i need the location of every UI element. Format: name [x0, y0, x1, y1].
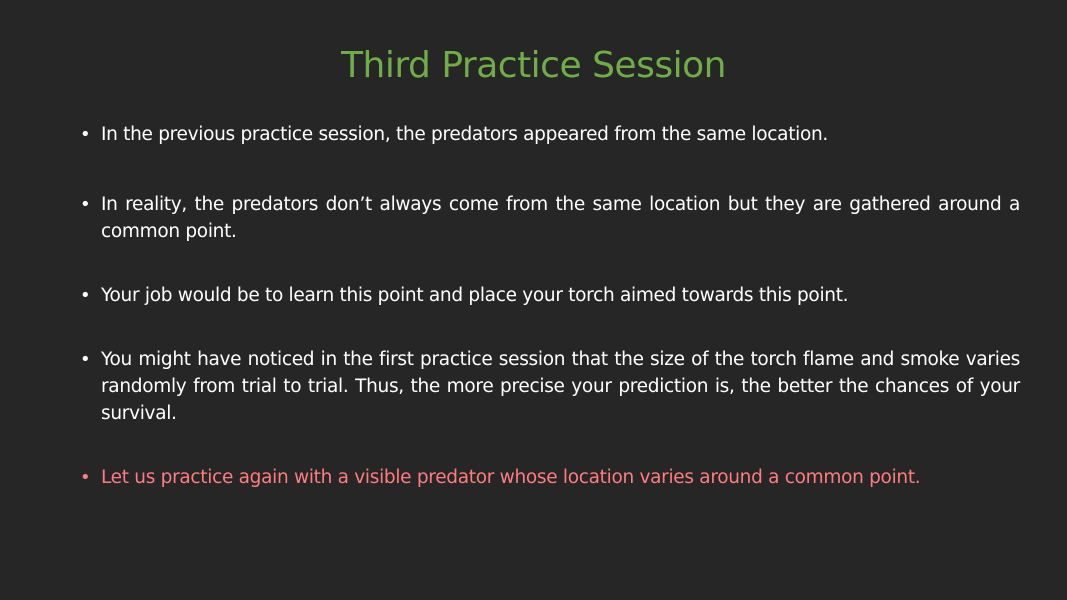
bullet-marker: •: [80, 194, 91, 215]
bullet-text: You might have noticed in the first prac…: [101, 349, 1020, 424]
bullet-marker: •: [80, 467, 91, 488]
slide-title: Third Practice Session: [341, 45, 726, 86]
bullet-text: Let us practice again with a visible pre…: [101, 467, 921, 488]
bullet-marker: •: [80, 285, 91, 306]
bullet-item-highlighted: • Let us practice again with a visible p…: [80, 464, 1020, 491]
bullet-text: Your job would be to learn this point an…: [101, 285, 849, 306]
bullet-list: • In the previous practice session, the …: [80, 121, 1020, 491]
bullet-item: • You might have noticed in the first pr…: [80, 346, 1020, 427]
bullet-text: In the previous practice session, the pr…: [101, 124, 829, 145]
bullet-marker: •: [80, 349, 91, 370]
bullet-item: • In reality, the predators don’t always…: [80, 191, 1020, 245]
bullet-text: In reality, the predators don’t always c…: [101, 194, 1020, 242]
slide: Third Practice Session • In the previous…: [0, 0, 1067, 600]
bullet-item: • In the previous practice session, the …: [80, 121, 1020, 148]
bullet-marker: •: [80, 124, 91, 145]
bullet-item: • Your job would be to learn this point …: [80, 282, 1020, 309]
